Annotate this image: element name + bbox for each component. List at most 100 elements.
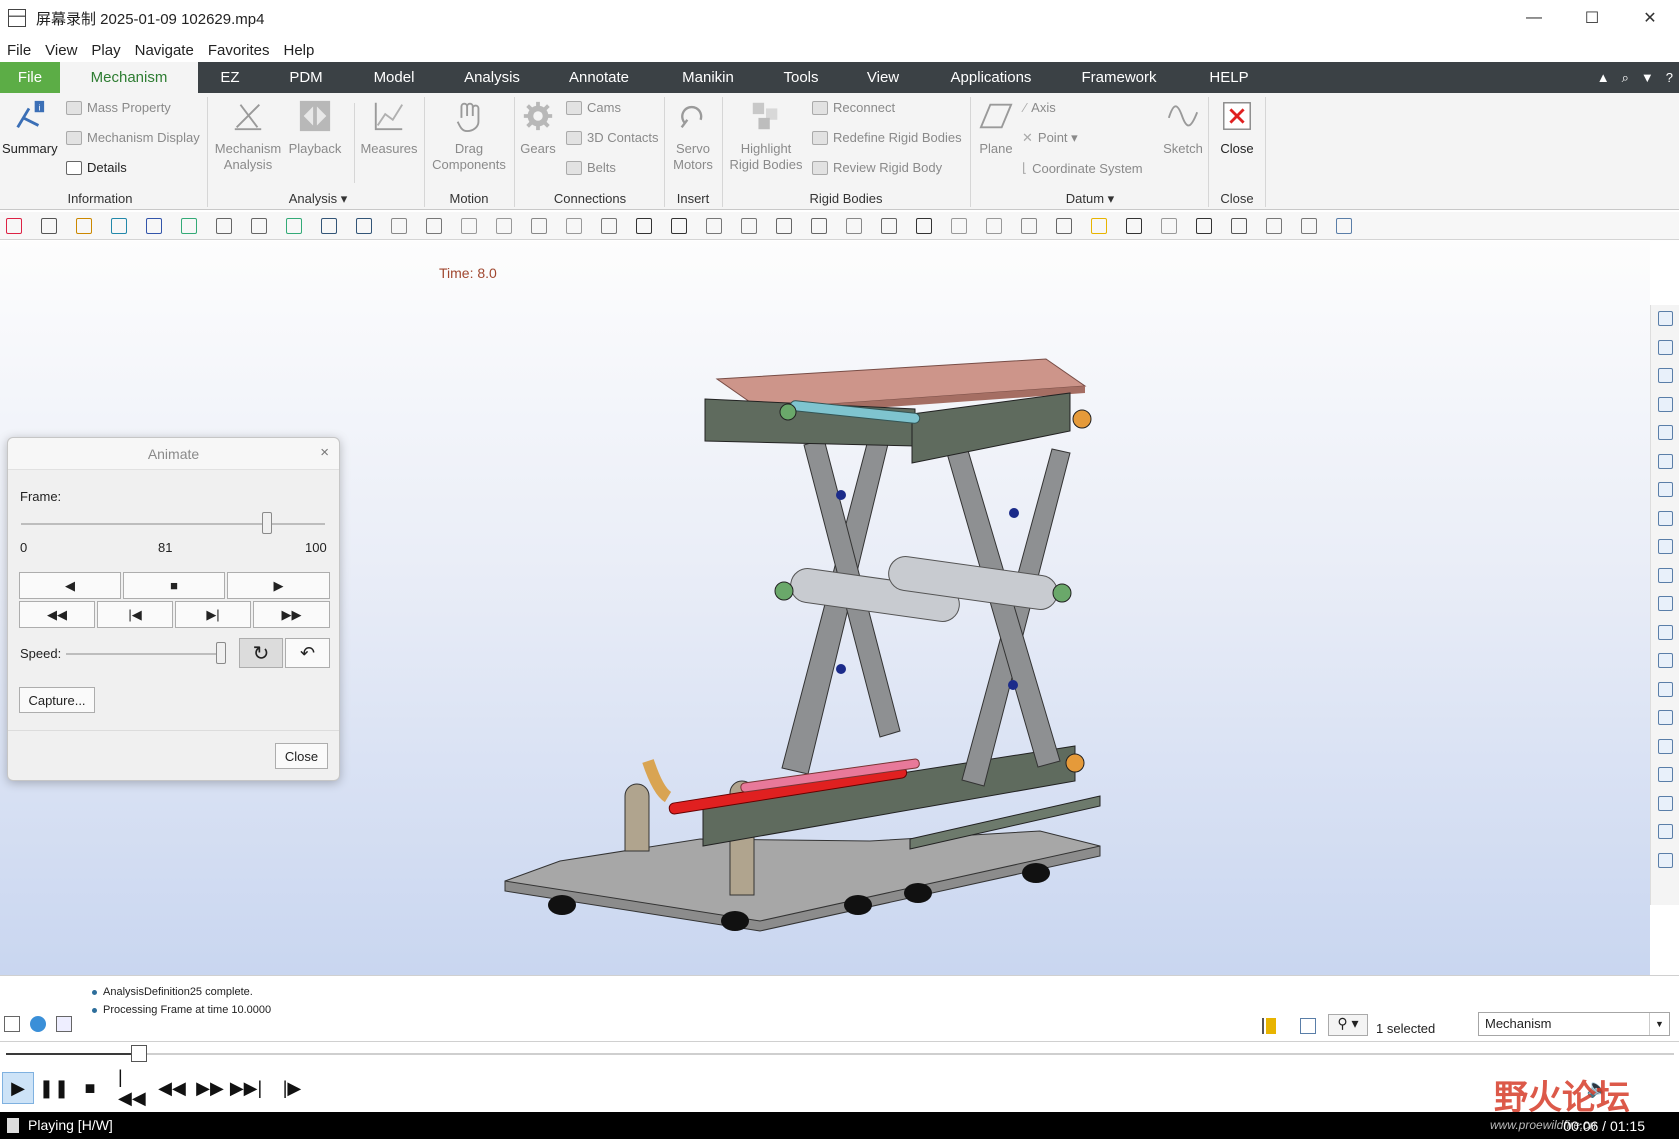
- mechanism-analysis-button[interactable]: Mechanism Analysis: [212, 99, 284, 173]
- tab-file[interactable]: File: [0, 62, 60, 93]
- spin-center-icon[interactable]: [1056, 218, 1072, 234]
- previous-button[interactable]: |◀◀: [118, 1067, 150, 1108]
- group-label-datum[interactable]: Datum ▾: [1040, 191, 1140, 207]
- frame-step-button[interactable]: |▶: [276, 1072, 308, 1104]
- zoom-in-icon[interactable]: [1658, 339, 1673, 355]
- measures-button[interactable]: Measures: [358, 99, 420, 157]
- regenerate-icon[interactable]: [181, 218, 197, 234]
- new-icon[interactable]: [76, 218, 92, 234]
- graduation-cap-icon[interactable]: ▼: [1641, 70, 1654, 85]
- datum-display-icon[interactable]: [951, 218, 967, 234]
- tab-manikin[interactable]: Manikin: [677, 62, 739, 93]
- dialog-close-button[interactable]: Close: [275, 743, 328, 769]
- csys-display-icon[interactable]: [1021, 218, 1037, 234]
- dialog-close-x-button[interactable]: ×: [320, 444, 329, 461]
- close-window-button[interactable]: ✕: [1621, 0, 1679, 36]
- loop-button[interactable]: ↻: [239, 638, 283, 668]
- details-button[interactable]: Details: [66, 160, 127, 175]
- refit-icon[interactable]: [1658, 311, 1673, 326]
- pause-button[interactable]: ❚❚: [38, 1072, 70, 1104]
- check-icon[interactable]: [1231, 218, 1247, 234]
- review-rigid-body-button[interactable]: Review Rigid Body: [812, 160, 942, 175]
- repaint-icon[interactable]: [1658, 396, 1673, 412]
- axis-icon[interactable]: [1658, 653, 1673, 668]
- perspective-icon[interactable]: [1658, 567, 1673, 583]
- last-frame-button[interactable]: ▶|: [175, 601, 251, 628]
- frame-slider-thumb[interactable]: [262, 512, 273, 534]
- layers-icon[interactable]: [1658, 795, 1673, 811]
- maximize-button[interactable]: ☐: [1563, 0, 1621, 36]
- seek-thumb[interactable]: [131, 1045, 148, 1062]
- section-icon[interactable]: [1658, 596, 1673, 611]
- annotation-icon[interactable]: [6, 218, 22, 234]
- tab-mechanism[interactable]: Mechanism: [60, 62, 198, 93]
- model-tree-icon[interactable]: [846, 218, 862, 234]
- light-icon[interactable]: [1091, 218, 1107, 234]
- model-tree-toggle-icon[interactable]: [4, 1016, 20, 1032]
- group-label-analysis[interactable]: Analysis ▾: [268, 191, 368, 207]
- smart-select-icon[interactable]: [1300, 1018, 1316, 1034]
- coordinate-system-button[interactable]: ⌊ Coordinate System: [1022, 160, 1143, 176]
- wireframe-icon[interactable]: [1658, 482, 1673, 497]
- display-icon[interactable]: [496, 218, 512, 234]
- no-hidden-icon[interactable]: [1658, 453, 1673, 469]
- zoom-out-icon[interactable]: [1658, 368, 1673, 383]
- appearance-icon[interactable]: [1126, 218, 1142, 234]
- dimension-icon[interactable]: [671, 218, 687, 234]
- undo-icon[interactable]: [216, 218, 232, 234]
- sketch-button[interactable]: Sketch: [1160, 99, 1206, 157]
- appearance-icon[interactable]: [1658, 824, 1673, 839]
- axis-button[interactable]: ⁄ Axis: [1024, 100, 1056, 115]
- highlight-rigid-bodies-button[interactable]: Highlight Rigid Bodies: [726, 99, 806, 173]
- shading-icon[interactable]: [1658, 425, 1673, 440]
- delete-icon[interactable]: [41, 218, 57, 234]
- flag-icon[interactable]: [1262, 1018, 1276, 1034]
- menu-view[interactable]: View: [38, 42, 84, 59]
- speed-slider-thumb[interactable]: [216, 642, 226, 664]
- selection-filter-dropdown[interactable]: Mechanism ▼: [1478, 1012, 1670, 1036]
- datum-planes-icon[interactable]: [1658, 624, 1673, 640]
- capture-button[interactable]: Capture...: [19, 687, 95, 713]
- named-view-icon[interactable]: [461, 218, 477, 234]
- reverse-button[interactable]: ↶: [285, 638, 330, 668]
- search-icon[interactable]: ⌕: [1622, 70, 1629, 86]
- style-icon[interactable]: [391, 218, 407, 234]
- settings-icon[interactable]: [1336, 218, 1352, 234]
- plane-button[interactable]: Plane: [972, 99, 1020, 157]
- section-icon[interactable]: [531, 218, 547, 234]
- first-frame-button[interactable]: |◀: [97, 601, 173, 628]
- tab-ez[interactable]: EZ: [210, 62, 250, 93]
- render-icon[interactable]: [1161, 218, 1177, 234]
- close-mechanism-button[interactable]: Close: [1212, 99, 1262, 157]
- next-button[interactable]: ▶▶|: [230, 1072, 262, 1104]
- redefine-rigid-bodies-button[interactable]: Redefine Rigid Bodies: [812, 130, 962, 145]
- hide-icon[interactable]: [566, 218, 582, 234]
- minimize-ribbon-icon[interactable]: ▲: [1597, 70, 1610, 85]
- menu-navigate[interactable]: Navigate: [128, 42, 201, 59]
- render-icon[interactable]: [1658, 852, 1673, 868]
- tab-applications[interactable]: Applications: [946, 62, 1036, 93]
- measure-icon[interactable]: [741, 218, 757, 234]
- model-player-icon[interactable]: [1196, 218, 1212, 234]
- menu-play[interactable]: Play: [84, 42, 127, 59]
- points-icon[interactable]: [1658, 681, 1673, 697]
- drag-components-button[interactable]: Drag Components: [428, 99, 510, 173]
- param-icon[interactable]: [811, 218, 827, 234]
- help-icon[interactable]: ?: [1666, 70, 1673, 85]
- minimize-button[interactable]: —: [1505, 0, 1563, 36]
- tab-analysis[interactable]: Analysis: [460, 62, 524, 93]
- play-forward-button[interactable]: ▶: [227, 572, 330, 599]
- frame-slider[interactable]: [21, 523, 325, 525]
- forward-player-button[interactable]: ▶▶: [194, 1072, 226, 1104]
- summary-button[interactable]: i Summary: [2, 99, 58, 157]
- orient-icon[interactable]: [426, 218, 442, 234]
- tab-help[interactable]: HELP: [1206, 62, 1252, 93]
- menu-favorites[interactable]: Favorites: [201, 42, 277, 59]
- menu-help[interactable]: Help: [277, 42, 322, 59]
- tab-pdm[interactable]: PDM: [284, 62, 328, 93]
- tab-tools[interactable]: Tools: [779, 62, 823, 93]
- layer-icon[interactable]: [601, 218, 617, 234]
- belts-button[interactable]: Belts: [566, 160, 616, 175]
- menu-file[interactable]: File: [0, 42, 38, 59]
- fullscreen-icon[interactable]: [56, 1016, 72, 1032]
